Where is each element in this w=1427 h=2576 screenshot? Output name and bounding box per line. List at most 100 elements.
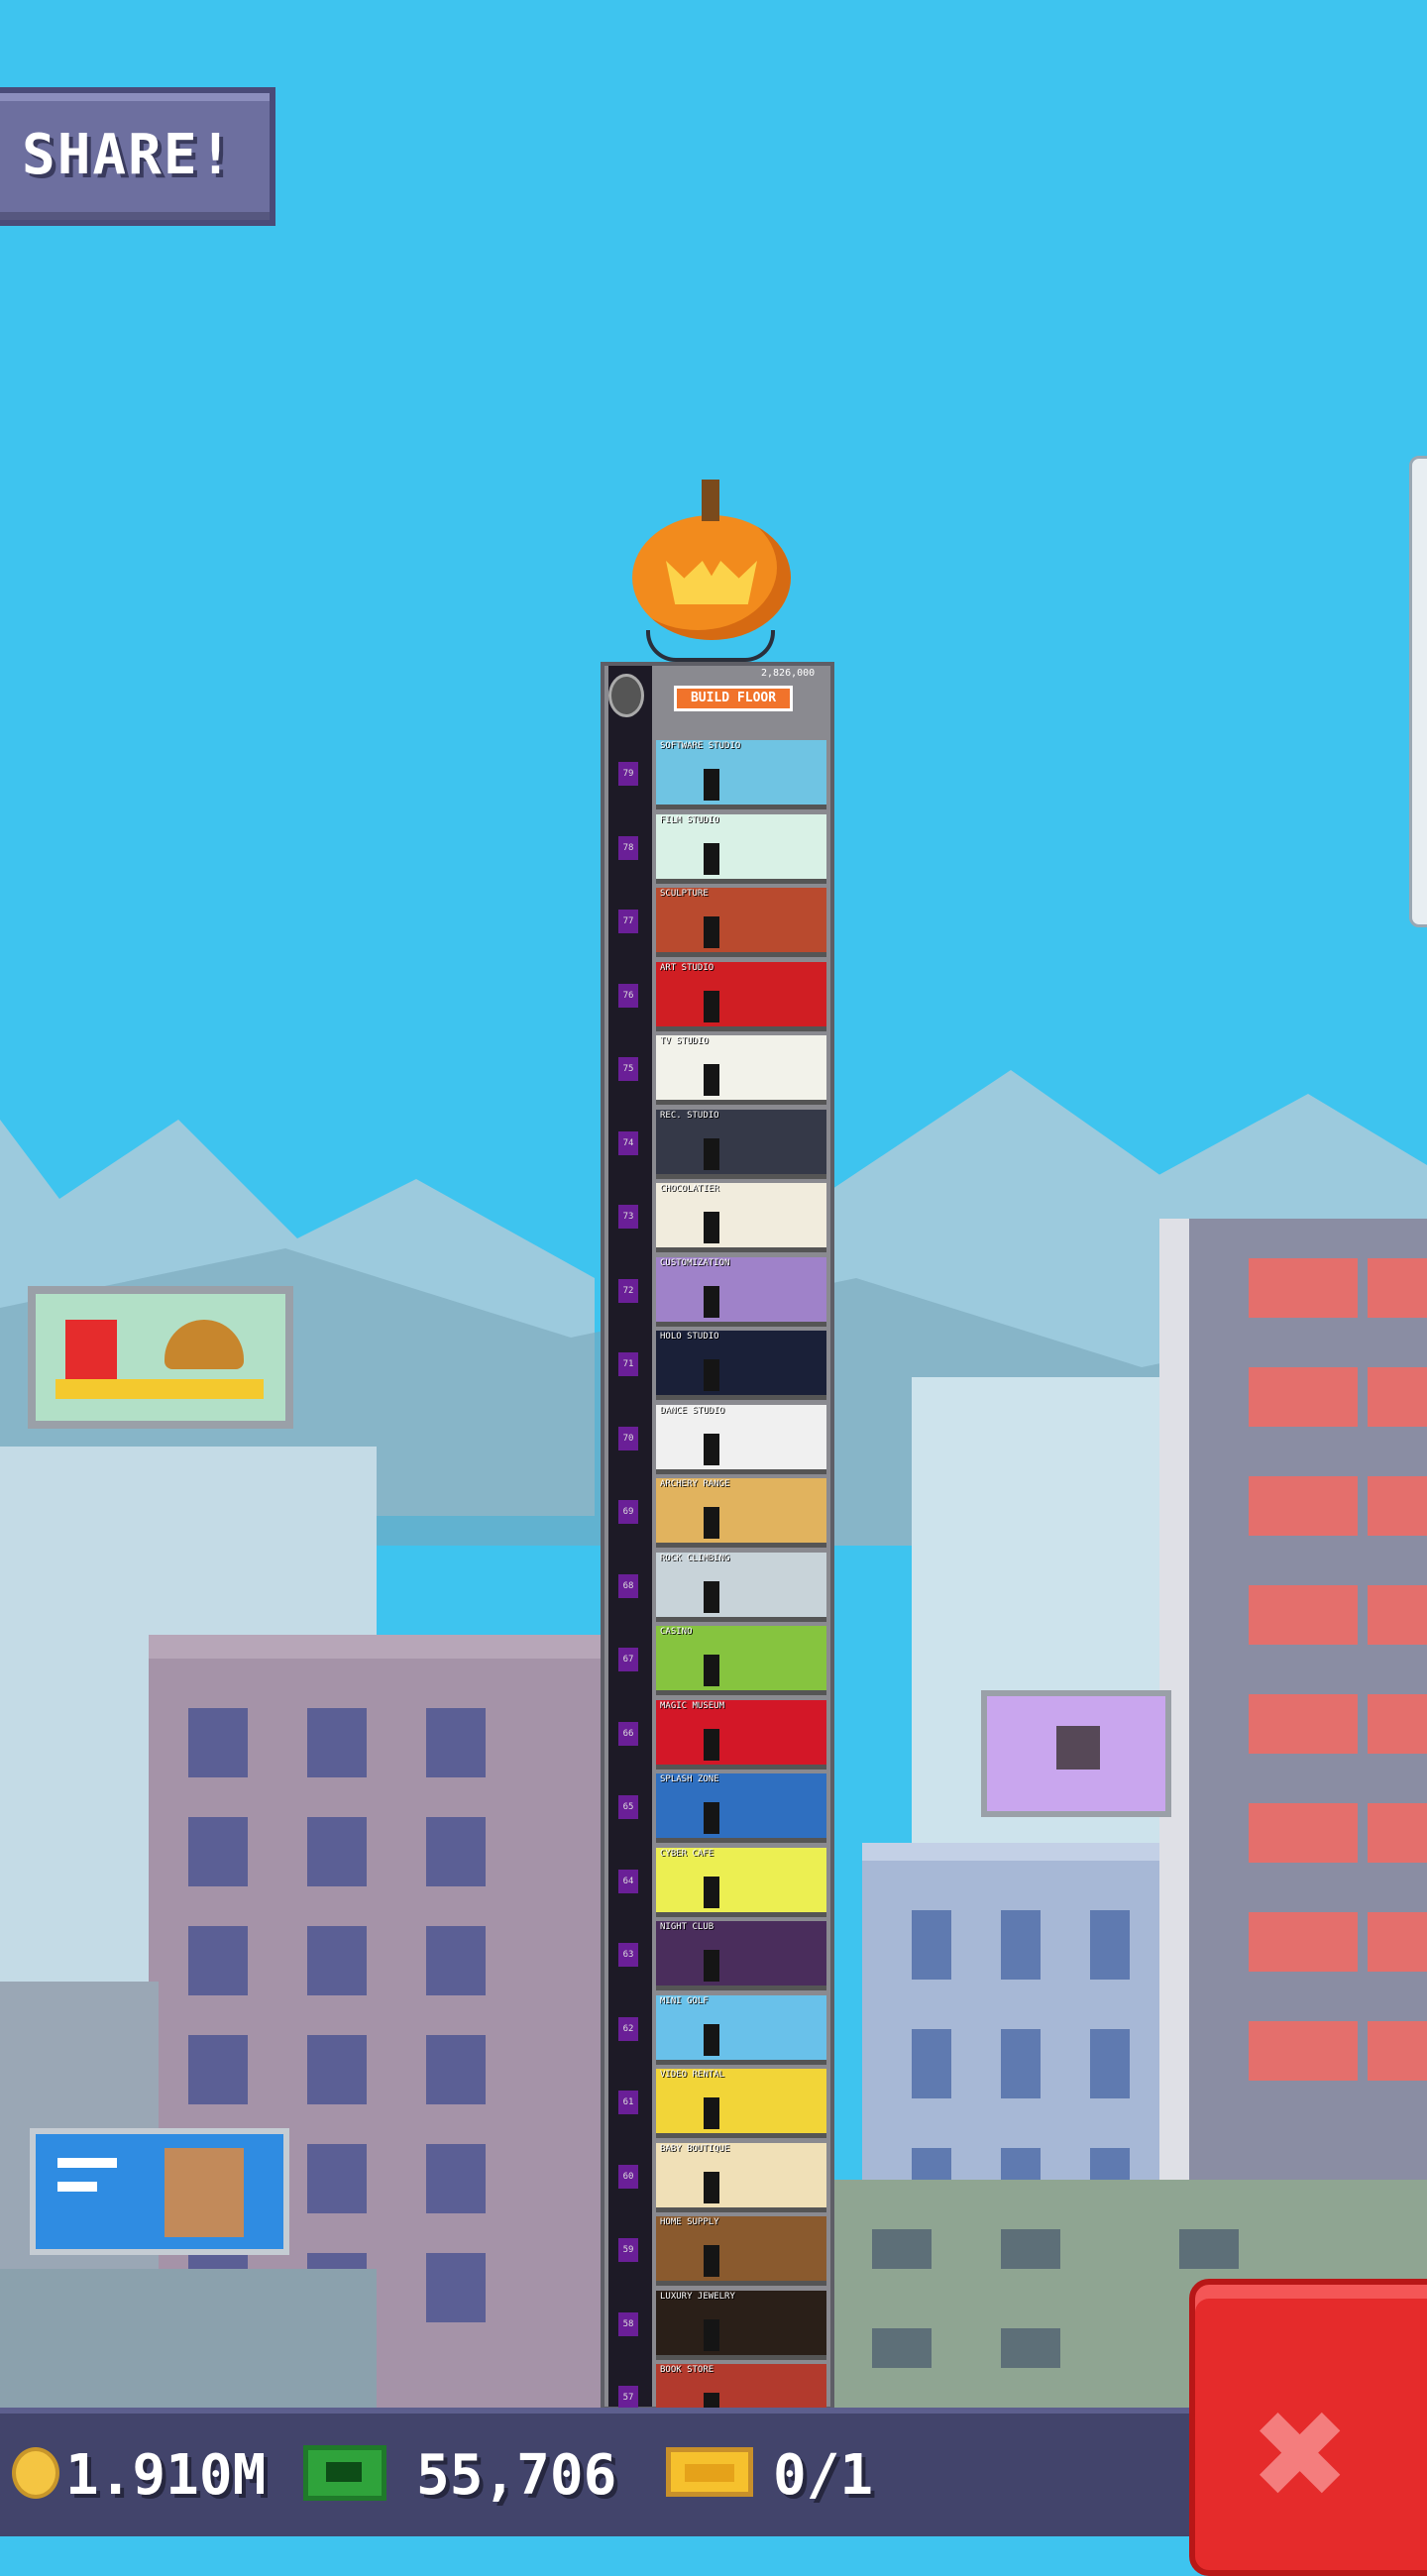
floor-door xyxy=(704,1433,719,1465)
coin-icon xyxy=(12,2447,59,2499)
floor-label: TV STUDIO xyxy=(660,1036,709,1046)
floor-number[interactable]: 72 xyxy=(618,1278,638,1303)
floor-door xyxy=(704,1580,719,1613)
billboard-shopping xyxy=(981,1690,1171,1817)
floor-row[interactable]: SOFTWARE STUDIO xyxy=(656,740,826,809)
floor-label: FILM STUDIO xyxy=(660,814,719,825)
floor-row[interactable]: LUXURY JEWELRY xyxy=(656,2290,826,2360)
floor-door xyxy=(704,769,719,801)
floor-label: VIDEO RENTAL xyxy=(660,2070,725,2080)
share-button[interactable]: SHARE! xyxy=(0,87,275,226)
floor-label: ARCHERY RANGE xyxy=(660,1479,730,1489)
floor-number[interactable]: 79 xyxy=(618,762,638,786)
floor-number[interactable]: 71 xyxy=(618,1352,638,1376)
floor-label: CUSTOMIZATION xyxy=(660,1257,730,1268)
floor-number[interactable]: 75 xyxy=(618,1057,638,1081)
bux-icon[interactable] xyxy=(303,2445,386,2501)
floor-door xyxy=(704,1802,719,1834)
floor-door xyxy=(704,1137,719,1170)
floor-number[interactable]: 77 xyxy=(618,910,638,933)
floor-label: ART STUDIO xyxy=(660,962,714,973)
building-red-windows xyxy=(1159,1219,1427,2209)
build-floor-button[interactable]: BUILD FLOOR xyxy=(674,686,793,711)
floor-label: HOME SUPPLY xyxy=(660,2217,719,2227)
floor-label: SCULPTURE xyxy=(660,889,709,899)
floor-number[interactable]: 70 xyxy=(618,1426,638,1450)
floor-number[interactable]: 73 xyxy=(618,1205,638,1229)
floor-number[interactable]: 65 xyxy=(618,1795,638,1819)
building-grey-base xyxy=(0,2269,377,2417)
floor-row[interactable]: REC. STUDIO xyxy=(656,1109,826,1179)
floor-number[interactable]: 60 xyxy=(618,2164,638,2189)
floor-door xyxy=(704,2171,719,2203)
floor-row[interactable]: DANCE STUDIO xyxy=(656,1404,826,1474)
floor-door xyxy=(704,1285,719,1318)
floor-row[interactable]: CASINO xyxy=(656,1626,826,1695)
floor-number[interactable]: 69 xyxy=(618,1500,638,1524)
tower: SOFTWARE STUDIO 79 FILM STUDIO 78 SCULPTURE 7… xyxy=(601,662,834,2508)
floor-number[interactable]: 63 xyxy=(618,1943,638,1967)
floor-label: ROCK CLIMBING xyxy=(660,1553,730,1563)
floor-row[interactable]: HOME SUPPLY xyxy=(656,2216,826,2286)
floor-label: HOLO STUDIO xyxy=(660,1332,719,1342)
floor-row[interactable]: NIGHT CLUB xyxy=(656,1921,826,1990)
floor-row[interactable]: CHOCOLATIER xyxy=(656,1183,826,1252)
floor-label: LUXURY JEWELRY xyxy=(660,2291,735,2302)
floor-door xyxy=(704,1507,719,1539)
billboard-food xyxy=(28,1286,293,1429)
floor-row[interactable]: MINI GOLF xyxy=(656,1994,826,2065)
vip-ticket-icon[interactable] xyxy=(666,2447,753,2497)
floor-row[interactable]: ROCK CLIMBING xyxy=(656,1552,826,1622)
floor-door xyxy=(704,1212,719,1243)
pumpkin-stand xyxy=(646,630,775,662)
floor-door xyxy=(704,1876,719,1908)
floor-number[interactable]: 66 xyxy=(618,1721,638,1746)
floor-door xyxy=(704,916,719,948)
floor-label: CYBER CAFE xyxy=(660,1848,714,1859)
floor-number[interactable]: 62 xyxy=(618,2016,638,2041)
floor-number[interactable]: 61 xyxy=(618,2091,638,2114)
floor-number[interactable]: 64 xyxy=(618,1869,638,1893)
floor-number[interactable]: 76 xyxy=(618,983,638,1008)
floor-row[interactable]: ARCHERY RANGE xyxy=(656,1478,826,1548)
billboard-news xyxy=(30,2128,289,2255)
floor-number[interactable]: 59 xyxy=(618,2238,638,2262)
floor-label: CHOCOLATIER xyxy=(660,1184,719,1194)
floor-row[interactable]: FILM STUDIO xyxy=(656,813,826,884)
floor-door xyxy=(704,2318,719,2351)
floor-row[interactable]: SCULPTURE xyxy=(656,888,826,957)
floor-door xyxy=(704,2023,719,2056)
floor-row[interactable]: ART STUDIO xyxy=(656,961,826,1031)
floor-number[interactable]: 57 xyxy=(618,2386,638,2410)
floor-door xyxy=(704,2245,719,2277)
floor-number[interactable]: 78 xyxy=(618,835,638,860)
floor-door xyxy=(704,1359,719,1391)
floor-number[interactable]: 67 xyxy=(618,1648,638,1671)
floor-label: BOOK STORE xyxy=(660,2365,714,2375)
floor-row[interactable]: CUSTOMIZATION xyxy=(656,1256,826,1327)
floor-label: DANCE STUDIO xyxy=(660,1405,725,1416)
floor-row[interactable]: BABY BOUTIQUE xyxy=(656,2142,826,2212)
floor-number[interactable]: 74 xyxy=(618,1130,638,1155)
floor-label: BABY BOUTIQUE xyxy=(660,2143,730,2154)
floor-row[interactable]: CYBER CAFE xyxy=(656,1847,826,1917)
tower-top-value: 2,826,000 xyxy=(761,668,816,679)
floor-number[interactable]: 58 xyxy=(618,2311,638,2336)
floor-label: SOFTWARE STUDIO xyxy=(660,741,741,751)
floor-label: MAGIC MUSEUM xyxy=(660,1700,725,1711)
floor-number[interactable]: 68 xyxy=(618,1573,638,1598)
floor-row[interactable]: HOLO STUDIO xyxy=(656,1331,826,1400)
floor-row[interactable]: TV STUDIO xyxy=(656,1035,826,1105)
floor-door xyxy=(704,1655,719,1686)
floor-door xyxy=(704,990,719,1022)
floor-row[interactable]: VIDEO RENTAL xyxy=(656,2069,826,2138)
floor-row[interactable]: MAGIC MUSEUM xyxy=(656,1699,826,1770)
elevator-gear-icon[interactable] xyxy=(608,674,644,717)
pumpkin-stem xyxy=(702,480,719,521)
side-panel-tab[interactable] xyxy=(1409,456,1427,927)
tickets-value: 0/1 xyxy=(773,2443,874,2508)
floor-door xyxy=(704,1728,719,1761)
close-button[interactable]: ✖ xyxy=(1189,2279,1427,2576)
coins-value: 1.910M xyxy=(65,2443,267,2508)
floor-row[interactable]: SPLASH ZONE xyxy=(656,1773,826,1843)
